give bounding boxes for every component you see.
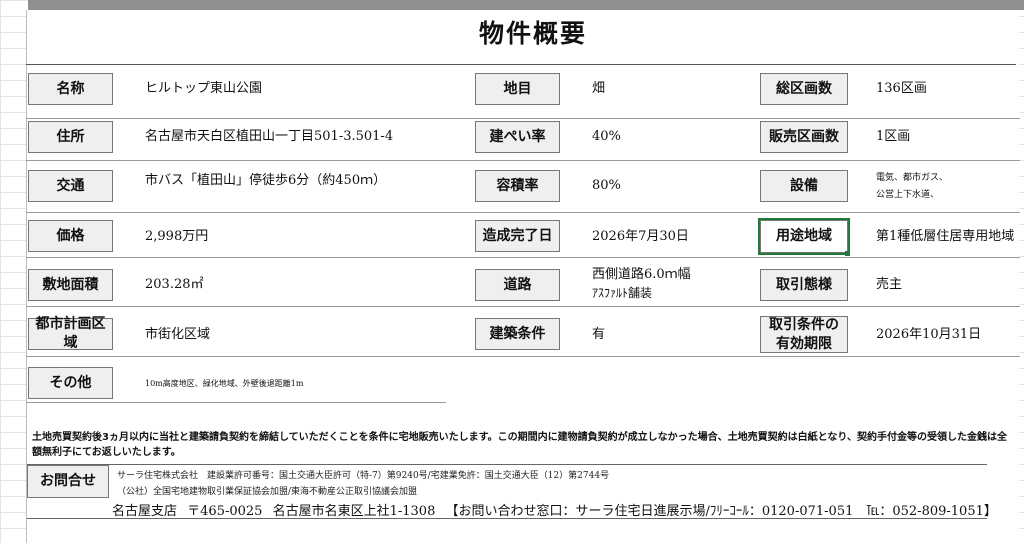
label-build-cond: 建築条件 bbox=[475, 318, 560, 350]
row-divider bbox=[26, 160, 1020, 161]
label-validity-line-1: 取引条件の bbox=[769, 316, 839, 333]
value-address[interactable]: 名古屋市天白区植田山一丁目501-3.501-4 bbox=[145, 128, 393, 146]
value-transaction[interactable]: 売主 bbox=[876, 276, 902, 294]
contact-company-line: サーラ住宅株式会社 建設業許可番号：国土交通大臣許可（特-7）第9240号/宅建… bbox=[117, 471, 610, 481]
label-validity-line-2: 有効期限 bbox=[776, 335, 832, 352]
label-validity: 取引条件の 有効期限 bbox=[760, 316, 848, 353]
footer-inquiry: 【お問い合わせ窓口：サーラ住宅日進展示場/ﾌﾘｰｺｰﾙ：0120-071-051… bbox=[445, 504, 997, 519]
label-transport: 交通 bbox=[28, 170, 113, 202]
row-divider bbox=[26, 356, 1020, 357]
label-transaction: 取引態様 bbox=[760, 269, 848, 301]
top-border-bar bbox=[28, 0, 1024, 10]
label-coverage: 建ぺい率 bbox=[475, 121, 560, 153]
value-total-lots[interactable]: 136区画 bbox=[876, 80, 927, 98]
value-transport[interactable]: 市バス「植田山」停徒歩6分（約450ｍ） bbox=[145, 172, 386, 190]
label-zoning-selected-cell[interactable]: 用途地域 bbox=[758, 218, 850, 255]
value-facilities-2[interactable]: 公営上下水道、 bbox=[876, 188, 939, 202]
label-land-area: 敷地面積 bbox=[28, 269, 113, 301]
value-urban-zone[interactable]: 市街化区域 bbox=[145, 326, 210, 344]
page-title: 物件概要 bbox=[478, 19, 587, 48]
value-zoning[interactable]: 第1種低層住居専用地域 bbox=[876, 228, 1014, 246]
footer-contact-line: 名古屋支店 〒465-0025 名古屋市名東区上社1-1308 【お問い合わせ窓… bbox=[112, 500, 1003, 519]
row-divider bbox=[26, 118, 1020, 119]
label-price: 価格 bbox=[28, 220, 113, 252]
value-facilities-1[interactable]: 電気、都市ガス、 bbox=[876, 171, 948, 185]
label-road: 道路 bbox=[475, 269, 560, 301]
title-divider bbox=[26, 64, 1016, 65]
value-land-category[interactable]: 畑 bbox=[592, 80, 605, 98]
label-name: 名称 bbox=[28, 73, 113, 105]
footer-branch: 名古屋支店 bbox=[112, 504, 178, 519]
label-urban-zone: 都市計画区域 bbox=[28, 316, 113, 351]
row-divider bbox=[26, 402, 446, 403]
value-floor-ratio[interactable]: 80% bbox=[592, 177, 621, 195]
value-coverage[interactable]: 40% bbox=[592, 128, 621, 146]
label-land-category: 地目 bbox=[475, 73, 560, 105]
label-sale-lots: 販売区画数 bbox=[760, 121, 848, 153]
value-price[interactable]: 2,998万円 bbox=[145, 228, 208, 246]
cell-fill-handle[interactable] bbox=[845, 251, 850, 256]
value-completion[interactable]: 2026年7月30日 bbox=[592, 228, 689, 246]
value-sale-lots[interactable]: 1区画 bbox=[876, 128, 910, 146]
label-contact: お問合せ bbox=[27, 465, 109, 498]
value-build-cond[interactable]: 有 bbox=[592, 326, 605, 344]
label-other: その他 bbox=[28, 367, 113, 399]
footer-address: 名古屋市名東区上社1-1308 bbox=[272, 504, 436, 519]
sales-condition-notice: 土地売買契約後3ヵ月以内に当社と建築請負契約を締結していただくことを条件に宅地販… bbox=[32, 432, 1007, 458]
row-divider bbox=[26, 306, 1020, 307]
value-name[interactable]: ヒルトップ東山公園 bbox=[145, 80, 262, 98]
value-road-2[interactable]: ｱｽﾌｧﾙﾄ舗装 bbox=[592, 285, 652, 301]
value-validity[interactable]: 2026年10月31日 bbox=[876, 326, 981, 344]
label-floor-ratio: 容積率 bbox=[475, 170, 560, 202]
value-land-area[interactable]: 203.28㎡ bbox=[145, 276, 204, 294]
footer-postal: 〒465-0025 bbox=[187, 504, 263, 519]
row-divider bbox=[26, 257, 1020, 258]
value-other[interactable]: 10m高度地区、緑化地域、外壁後退距離1m bbox=[145, 379, 303, 390]
label-address: 住所 bbox=[28, 121, 113, 153]
value-road-1[interactable]: 西側道路6.0ｍ幅 bbox=[592, 266, 691, 284]
contact-association-line: （公社）全国宅地建物取引業保証協会加盟/東海不動産公正取引協議会加盟 bbox=[117, 487, 418, 497]
row-divider bbox=[26, 212, 1020, 213]
label-total-lots: 総区画数 bbox=[760, 73, 848, 105]
label-completion: 造成完了日 bbox=[475, 220, 560, 252]
label-facilities: 設備 bbox=[760, 170, 848, 202]
